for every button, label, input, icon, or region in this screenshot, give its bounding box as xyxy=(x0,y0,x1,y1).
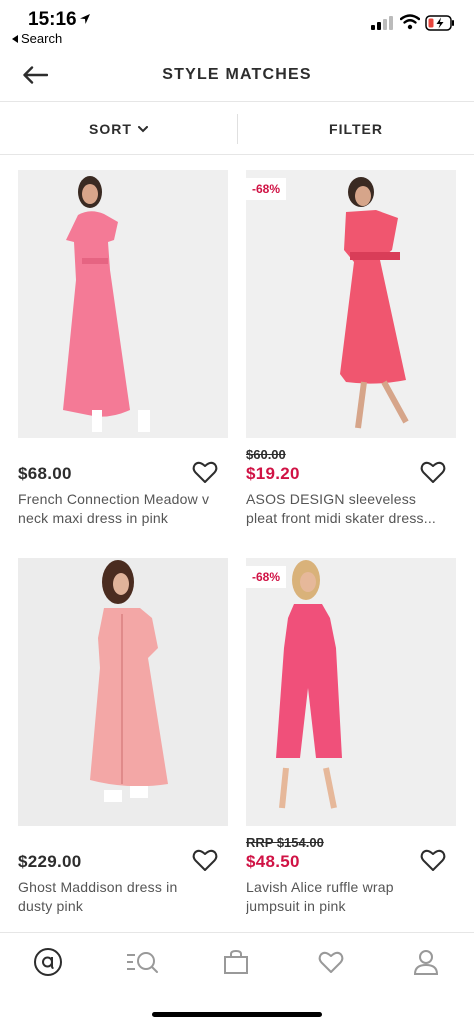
product-title: ASOS DESIGN sleeveless pleat front midi … xyxy=(246,490,456,528)
battery-icon xyxy=(425,15,454,31)
sort-button[interactable]: SORT xyxy=(0,103,237,155)
back-triangle-icon xyxy=(12,34,18,43)
wifi-icon xyxy=(400,14,420,30)
model-photo-illustration xyxy=(18,170,228,438)
saved-heart-icon xyxy=(318,951,344,973)
account-icon xyxy=(413,950,439,975)
product-card[interactable]: -68% RRP $154.00 $48.50 Lavish Alice ruf… xyxy=(246,558,456,928)
product-image[interactable] xyxy=(18,170,228,438)
nav-home[interactable] xyxy=(28,947,68,977)
model-photo-illustration xyxy=(18,558,228,826)
save-heart-icon[interactable] xyxy=(192,460,218,484)
product-title: Ghost Maddison dress in dusty pink xyxy=(18,878,228,916)
status-time: 15:16 xyxy=(28,9,77,30)
nav-account[interactable] xyxy=(406,947,446,977)
app-header: STYLE MATCHES xyxy=(0,50,474,102)
back-app-label: Search xyxy=(21,31,63,46)
product-image[interactable]: -68% xyxy=(246,170,456,438)
product-card[interactable]: $229.00 Ghost Maddison dress in dusty pi… xyxy=(18,558,228,928)
cellular-signal-icon xyxy=(371,16,393,30)
search-list-icon xyxy=(127,952,158,973)
sort-label: SORT xyxy=(89,121,132,137)
product-old-price: $60.00 xyxy=(246,447,286,462)
product-title: Lavish Alice ruffle wrap jumpsuit in pin… xyxy=(246,878,456,916)
home-icon xyxy=(34,948,62,976)
status-bar: 15:16 Search xyxy=(0,0,474,50)
location-arrow-icon xyxy=(80,14,90,24)
product-title-line2: neck maxi dress in pink xyxy=(18,510,169,526)
product-sale-price: $48.50 xyxy=(246,852,300,871)
filter-label: FILTER xyxy=(329,121,383,137)
nav-bag[interactable] xyxy=(216,947,256,977)
product-card[interactable]: -68% $60.00 $19.20 ASOS DESIGN sleeveles… xyxy=(246,170,456,540)
save-heart-icon[interactable] xyxy=(420,460,446,484)
product-price: $68.00 xyxy=(18,464,72,483)
product-title-line2: dusty pink xyxy=(18,898,84,914)
product-image[interactable] xyxy=(18,558,228,826)
chevron-down-icon xyxy=(137,125,148,132)
model-photo-illustration xyxy=(246,170,456,438)
product-image[interactable]: -68% xyxy=(246,558,456,826)
product-title-line2: jumpsuit in pink xyxy=(246,898,346,914)
nav-saved[interactable] xyxy=(311,947,351,977)
product-old-price: RRP $154.00 xyxy=(246,835,324,850)
save-heart-icon[interactable] xyxy=(420,848,446,872)
home-indicator xyxy=(152,1012,322,1017)
filter-button[interactable]: FILTER xyxy=(238,103,474,155)
discount-badge: -68% xyxy=(246,178,287,200)
model-photo-illustration xyxy=(246,558,456,826)
bag-icon xyxy=(224,949,248,974)
sort-filter-bar: SORT FILTER xyxy=(0,103,474,155)
discount-badge: -68% xyxy=(246,566,287,588)
product-title-line2: pleat front midi skater dress... xyxy=(246,510,437,526)
back-to-search-link[interactable]: Search xyxy=(12,31,62,46)
nav-search[interactable] xyxy=(122,947,162,977)
product-title-line1: Lavish Alice ruffle wrap xyxy=(246,879,394,895)
product-card[interactable]: $68.00 French Connection Meadow v neck m… xyxy=(18,170,228,540)
product-title-line1: French Connection Meadow v xyxy=(18,491,210,507)
product-price: $229.00 xyxy=(18,852,82,871)
product-title: French Connection Meadow v neck maxi dre… xyxy=(18,490,228,528)
product-title-line1: ASOS DESIGN sleeveless xyxy=(246,491,417,507)
product-title-line1: Ghost Maddison dress in xyxy=(18,879,178,895)
save-heart-icon[interactable] xyxy=(192,848,218,872)
product-sale-price: $19.20 xyxy=(246,464,300,483)
page-title: STYLE MATCHES xyxy=(162,66,312,83)
